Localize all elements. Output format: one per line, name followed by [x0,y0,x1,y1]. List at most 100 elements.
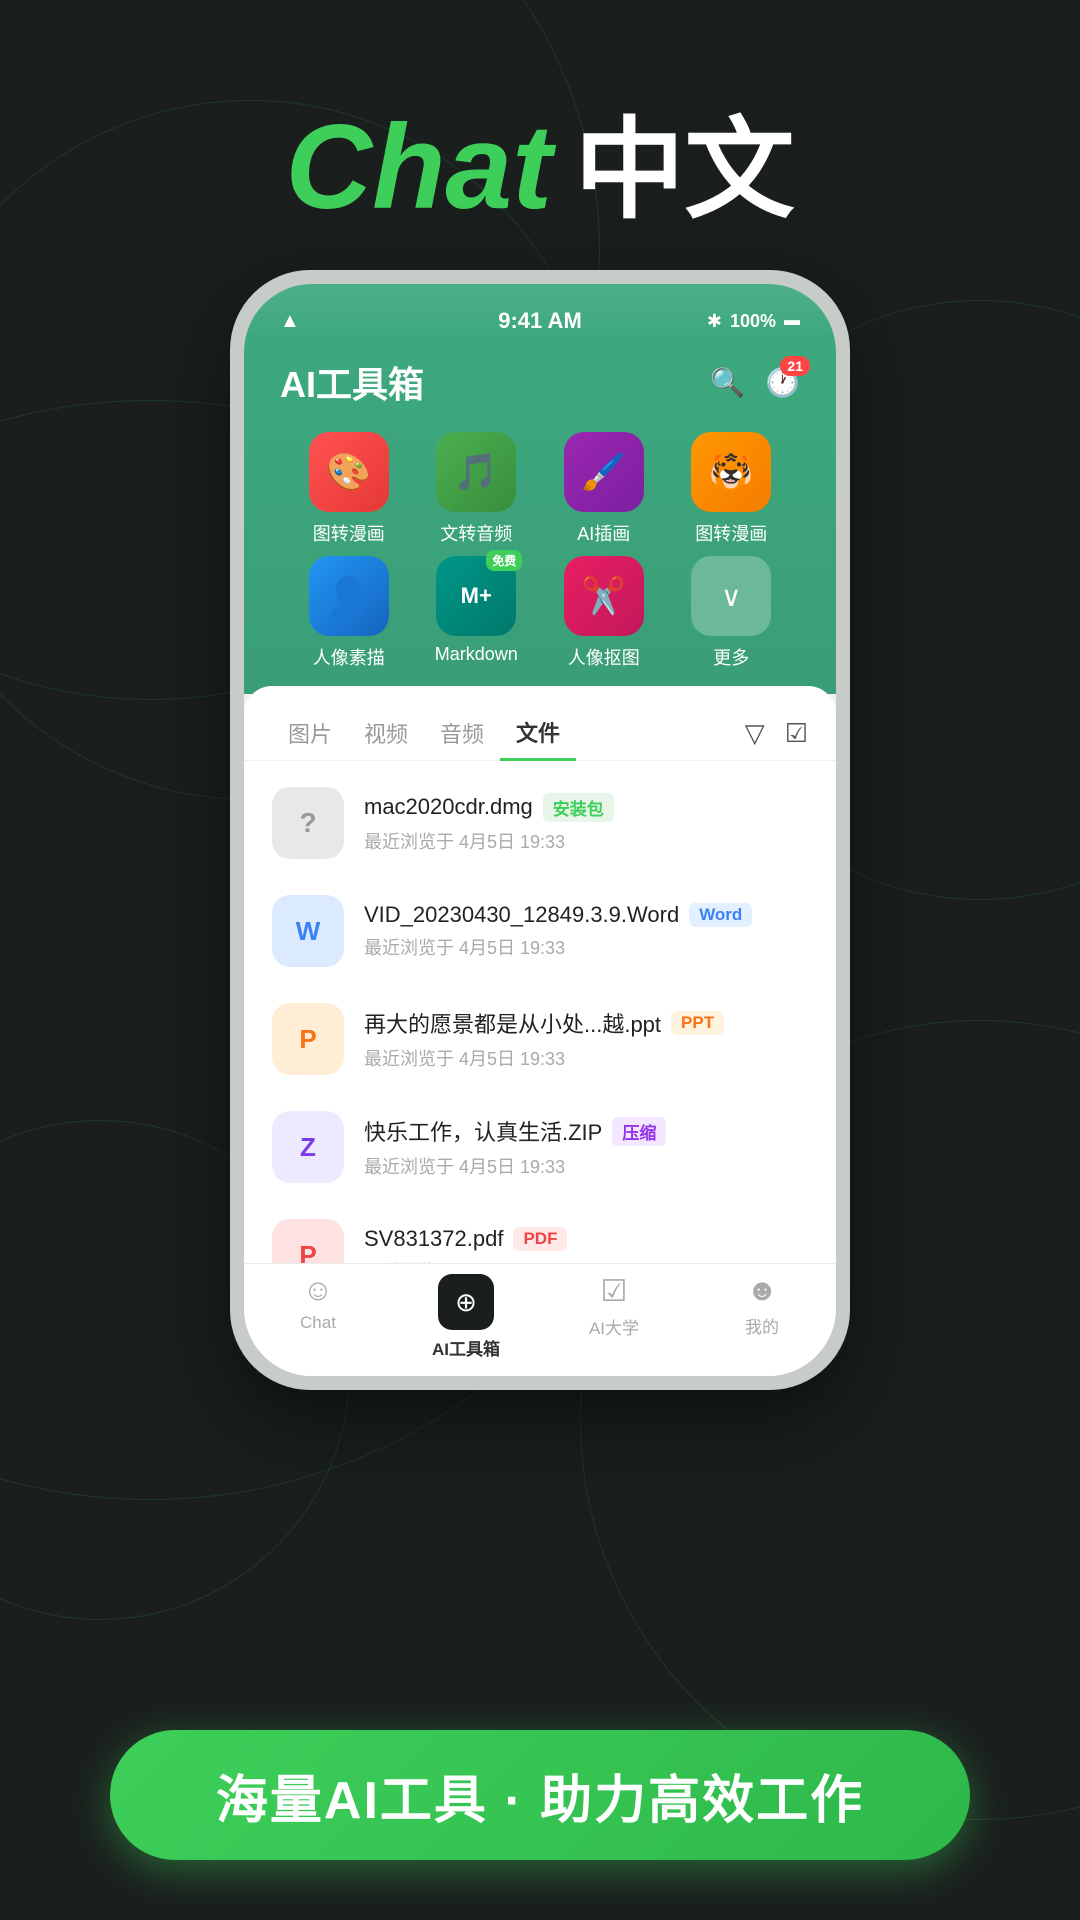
nav-tools-label: AI工具箱 [432,1335,500,1360]
file-name-row-3: 快乐工作，认真生活.ZIP 压缩 [364,1115,808,1147]
file-icon-3: Z [272,1111,344,1183]
tool-item-0[interactable]: 🎨 图转漫画 [290,432,408,546]
file-name-row-0: mac2020cdr.dmg 安装包 [364,793,808,822]
file-info-0: mac2020cdr.dmg 安装包 最近浏览于 4月5日 19:33 [364,793,808,854]
history-button[interactable]: 🕐 21 [765,366,800,399]
tool-icon-6: ✂️ [564,556,644,636]
file-name-row-4: SV831372.pdf PDF [364,1226,808,1252]
select-icon[interactable]: ☑ [785,718,808,749]
file-info-2: 再大的愿景都是从小处...越.ppt PPT 最近浏览于 4月5日 19:33 [364,1007,808,1071]
tool-item-4[interactable]: 👤 人像素描 [290,556,408,670]
file-item-0[interactable]: ? mac2020cdr.dmg 安装包 最近浏览于 4月5日 19:33 [244,769,836,877]
bottom-nav: ☺ Chat ⊕ AI工具箱 ☑ AI大学 ☻ 我的 [244,1263,836,1376]
file-info-1: VID_20230430_12849.3.9.Word Word 最近浏览于 4… [364,902,808,960]
chat-text: Chat [285,100,552,234]
file-item-2[interactable]: P 再大的愿景都是从小处...越.ppt PPT 最近浏览于 4月5日 19:3… [244,985,836,1093]
tool-icon-5: M+ 免费 [436,556,516,636]
file-name-1: VID_20230430_12849.3.9.Word [364,902,679,928]
free-badge: 免费 [486,550,522,571]
tool-label-4: 人像素描 [313,644,385,670]
search-button[interactable]: 🔍 [710,366,745,399]
nav-tools[interactable]: ⊕ AI工具箱 [392,1274,540,1360]
nav-profile-label: 我的 [745,1313,779,1338]
tool-item-3[interactable]: 🐯 图转漫画 [673,432,791,546]
tab-video[interactable]: 视频 [348,707,424,759]
top-heading: Chat 中文 [0,80,1080,240]
file-icon-4: P [272,1219,344,1263]
file-item-3[interactable]: Z 快乐工作，认真生活.ZIP 压缩 最近浏览于 4月5日 19:33 [244,1093,836,1201]
tool-label-0: 图转漫画 [313,520,385,546]
nav-profile[interactable]: ☻ 我的 [688,1274,836,1360]
file-icon-2: P [272,1003,344,1075]
tool-label-6: 人像抠图 [568,644,640,670]
tool-item-more[interactable]: ∨ 更多 [673,556,791,670]
nav-chat[interactable]: ☺ Chat [244,1274,392,1360]
file-info-4: SV831372.pdf PDF 最近浏览于 4月5日 19:33 [364,1226,808,1263]
tool-label-3: 图转漫画 [695,520,767,546]
app-title-row: AI工具箱 🔍 🕐 21 [280,356,800,408]
tool-icon-2: 🖌️ [564,432,644,512]
tool-label-5: Markdown [435,644,518,665]
filter-icon[interactable]: ▽ [745,718,765,749]
tool-item-5[interactable]: M+ 免费 Markdown [418,556,536,670]
content-area: 图片 视频 音频 文件 ▽ ☑ ? mac2020cdr.dmg 安装包 [244,686,836,1376]
nav-chat-label: Chat [300,1313,336,1333]
file-name-row-1: VID_20230430_12849.3.9.Word Word [364,902,808,928]
file-name-0: mac2020cdr.dmg [364,794,533,820]
file-item-4[interactable]: P SV831372.pdf PDF 最近浏览于 4月5日 19:33 [244,1201,836,1263]
tab-files[interactable]: 文件 [500,706,576,761]
tool-item-1[interactable]: 🎵 文转音频 [418,432,536,546]
header-icons: 🔍 🕐 21 [710,366,800,399]
banner-text: 海量AI工具 · 助力高效工作 [216,1758,864,1833]
file-list: ? mac2020cdr.dmg 安装包 最近浏览于 4月5日 19:33 W … [244,761,836,1263]
tool-item-2[interactable]: 🖌️ AI插画 [545,432,663,546]
nav-tools-icon: ⊕ [455,1287,477,1318]
more-icon: ∨ [691,556,771,636]
bottom-banner: 海量AI工具 · 助力高效工作 [110,1730,970,1860]
tool-icon-0: 🎨 [309,432,389,512]
tabs-row: 图片 视频 音频 文件 ▽ ☑ [244,686,836,761]
file-date-3: 最近浏览于 4月5日 19:33 [364,1153,808,1179]
file-date-1: 最近浏览于 4月5日 19:33 [364,934,808,960]
tool-label-2: AI插画 [577,520,630,546]
file-name-3: 快乐工作，认真生活.ZIP [364,1115,602,1147]
tool-label-1: 文转音频 [440,520,512,546]
file-name-4: SV831372.pdf [364,1226,503,1252]
status-time: 9:41 AM [498,308,582,334]
file-icon-0: ? [272,787,344,859]
file-date-2: 最近浏览于 4月5日 19:33 [364,1045,808,1071]
nav-edu-label: AI大学 [589,1314,639,1339]
tab-audio[interactable]: 音频 [424,707,500,759]
tool-icon-4: 👤 [309,556,389,636]
tool-icon-3: 🐯 [691,432,771,512]
status-right: ✱ 100% ▬ [707,311,800,332]
file-name-2: 再大的愿景都是从小处...越.ppt [364,1007,661,1039]
file-tag-3: 压缩 [612,1117,666,1146]
battery-text: 100% [730,311,776,332]
file-tag-0: 安装包 [543,793,614,822]
tab-images[interactable]: 图片 [272,707,348,759]
file-info-3: 快乐工作，认真生活.ZIP 压缩 最近浏览于 4月5日 19:33 [364,1115,808,1179]
wifi-icon: ▲ [280,310,300,333]
nav-profile-icon: ☻ [746,1274,778,1308]
nav-edu-icon: ☑ [601,1274,628,1309]
phone-mockup: ▲ 9:41 AM ✱ 100% ▬ AI工具箱 🔍 🕐 21 [230,270,850,1390]
file-tag-2: PPT [671,1011,724,1035]
file-item-1[interactable]: W VID_20230430_12849.3.9.Word Word 最近浏览于… [244,877,836,985]
file-name-row-2: 再大的愿景都是从小处...越.ppt PPT [364,1007,808,1039]
nav-tools-icon-wrap: ⊕ [438,1274,494,1330]
tab-actions: ▽ ☑ [745,718,808,749]
nav-chat-icon: ☺ [303,1274,334,1308]
tool-item-6[interactable]: ✂️ 人像抠图 [545,556,663,670]
app-header: AI工具箱 🔍 🕐 21 🎨 图转漫画 🎵 文转音频 [244,340,836,694]
app-title: AI工具箱 [280,356,424,408]
bluetooth-icon: ✱ [707,311,722,332]
tool-grid: 🎨 图转漫画 🎵 文转音频 🖌️ AI插画 🐯 图转漫画 👤 人像 [280,432,800,670]
battery-icon: ▬ [784,312,800,330]
chinese-text: 中文 [575,109,795,232]
status-bar: ▲ 9:41 AM ✱ 100% ▬ [244,284,836,340]
file-tag-4: PDF [513,1227,567,1251]
nav-edu[interactable]: ☑ AI大学 [540,1274,688,1360]
file-icon-1: W [272,895,344,967]
tool-icon-1: 🎵 [436,432,516,512]
